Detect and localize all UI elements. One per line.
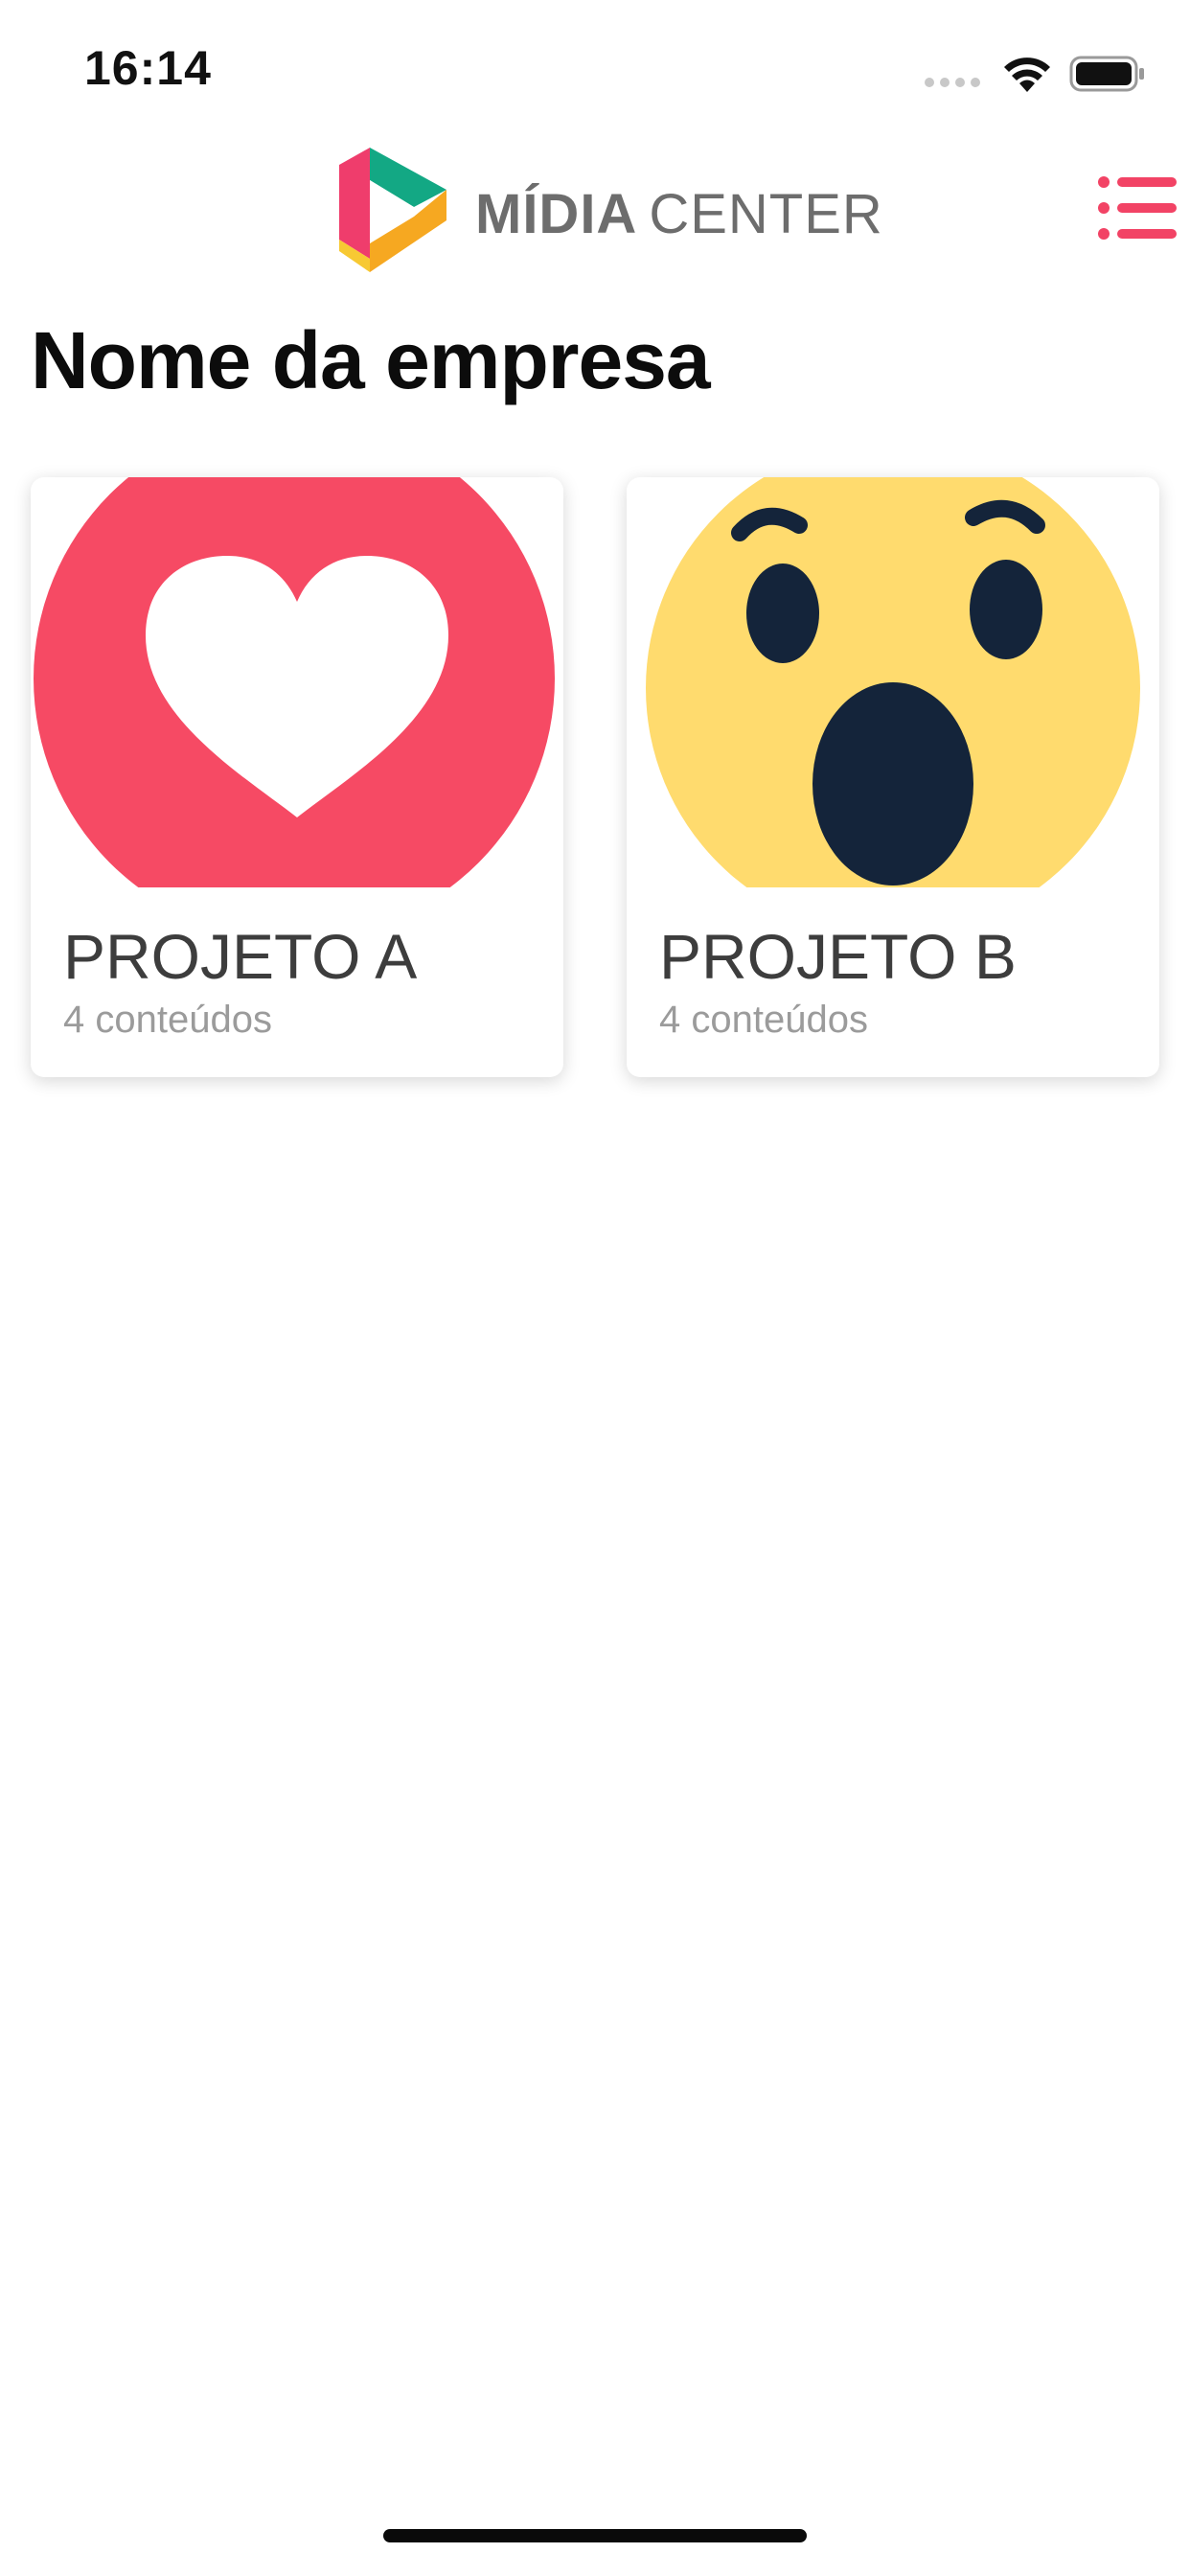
- status-icons: [924, 50, 1144, 98]
- project-card-a[interactable]: PROJETO A 4 conteúdos: [31, 477, 563, 1077]
- home-indicator[interactable]: [383, 2529, 807, 2542]
- midia-center-logo: MÍDIA CENTER: [332, 144, 882, 278]
- menu-button[interactable]: [1096, 172, 1179, 243]
- app-header: MÍDIA CENTER: [0, 134, 1190, 278]
- project-content-count: 4 conteúdos: [659, 999, 868, 1041]
- project-content-count: 4 conteúdos: [63, 999, 272, 1041]
- page-title: Nome da empresa: [31, 315, 711, 405]
- project-thumbnail: [627, 477, 1159, 887]
- logo-text-light: CENTER: [649, 183, 883, 245]
- battery-icon: [1069, 56, 1144, 92]
- status-time: 16:14: [84, 41, 212, 95]
- project-title: PROJETO B: [659, 921, 1017, 992]
- status-bar: 16:14: [0, 0, 1190, 134]
- project-thumbnail: [31, 477, 563, 887]
- project-card-b[interactable]: PROJETO B 4 conteúdos: [627, 477, 1159, 1077]
- heart-reaction-icon: [34, 477, 555, 887]
- logo-text-bold: MÍDIA: [475, 183, 638, 245]
- logo-text: MÍDIA CENTER: [475, 182, 883, 246]
- wifi-icon: [1004, 58, 1050, 92]
- list-menu-icon: [1098, 176, 1177, 240]
- project-title: PROJETO A: [63, 921, 418, 992]
- wow-reaction-icon: [646, 477, 1140, 887]
- logo-play-icon: [339, 148, 446, 272]
- cellular-signal-icon: [925, 78, 980, 87]
